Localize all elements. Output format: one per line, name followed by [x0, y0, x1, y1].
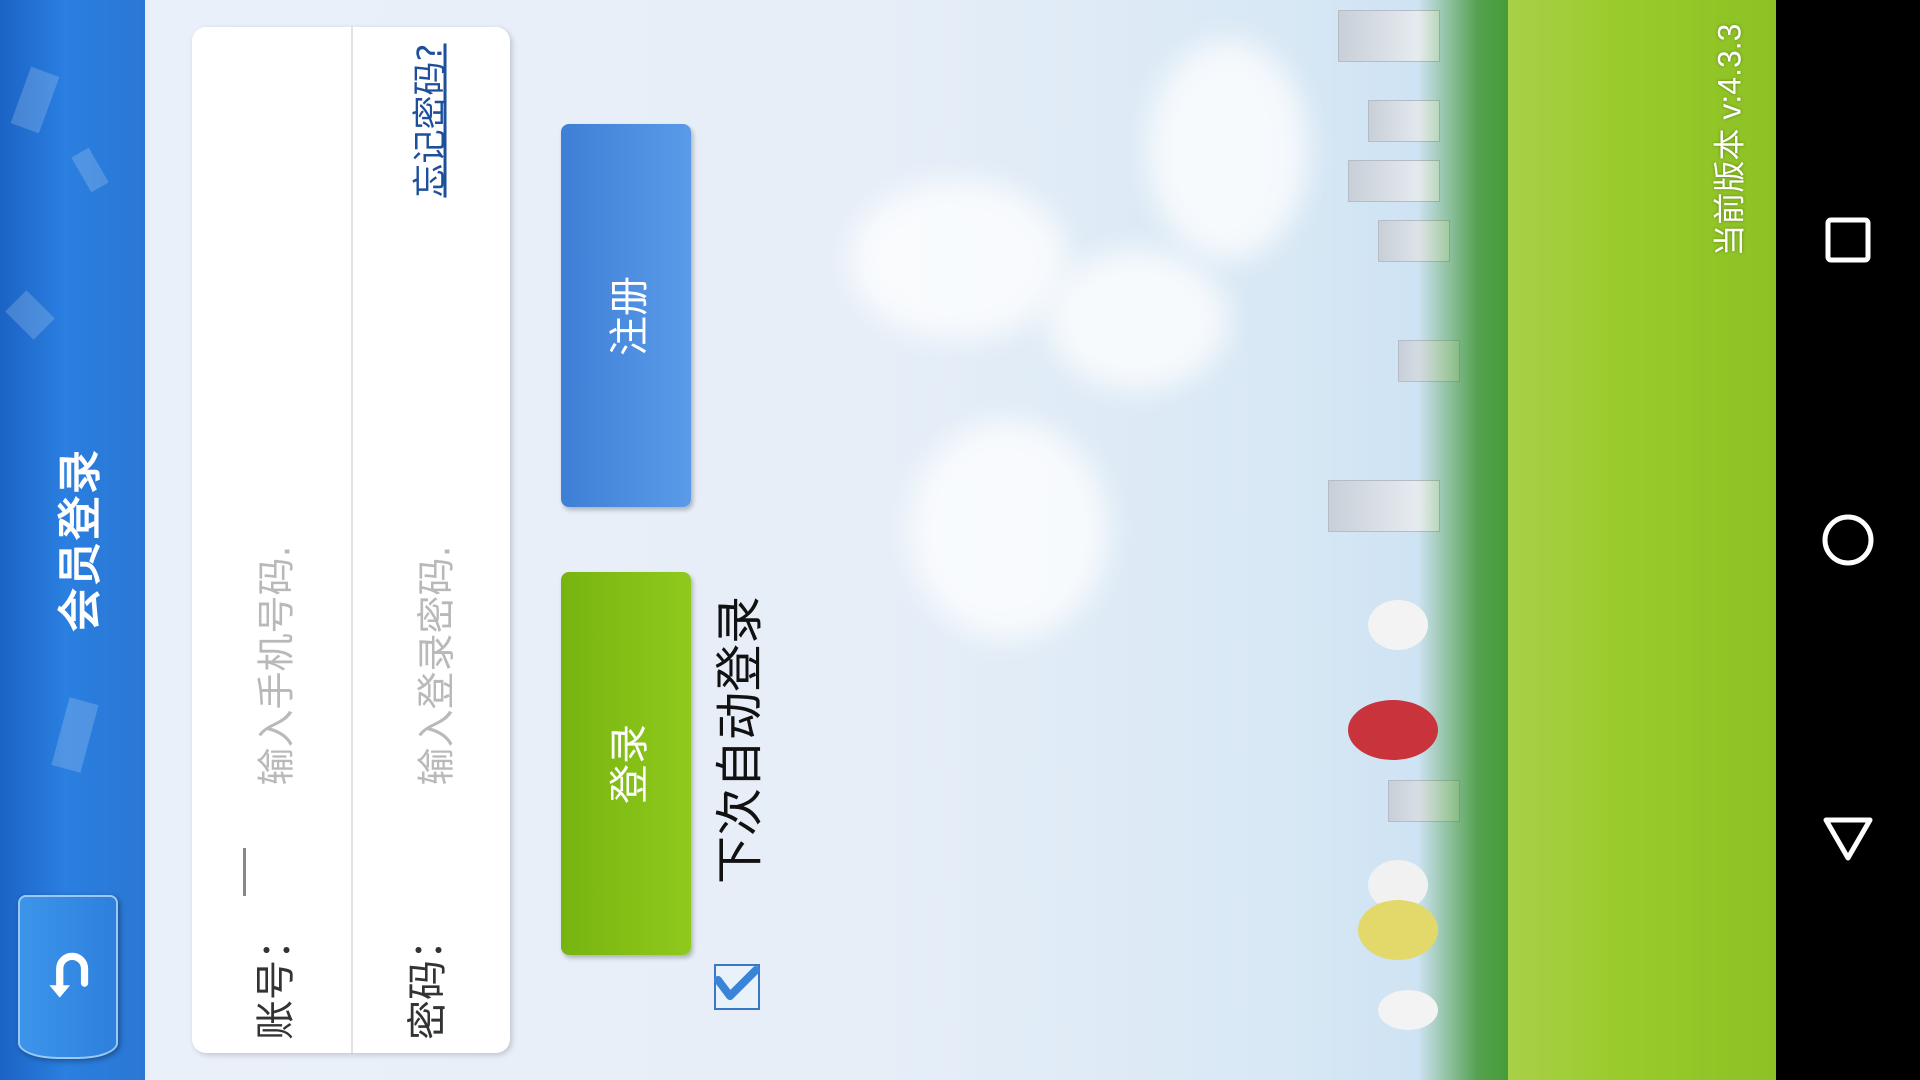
square-recents-icon — [1825, 217, 1871, 263]
circle-home-icon — [1822, 514, 1874, 566]
register-button[interactable]: 注册 — [561, 124, 691, 507]
checkmark-icon — [714, 966, 760, 1000]
auto-login-label: 下次自动登录 — [712, 595, 769, 885]
undo-arrow-icon — [49, 952, 89, 998]
app-screen: 会员登录 账号： 输入手机号码. 密码： 输入登录密码. 忘记密码? 注册 登录… — [0, 0, 1776, 1080]
header-bar: 会员登录 — [0, 0, 148, 1080]
password-input[interactable]: 输入登录密码. — [370, 430, 496, 900]
recents-button[interactable] — [1808, 200, 1888, 280]
forgot-password-link[interactable]: 忘记密码? — [404, 30, 451, 210]
auto-login-checkbox[interactable] — [714, 964, 760, 1010]
home-button[interactable] — [1808, 500, 1888, 580]
back-button[interactable] — [18, 895, 118, 1059]
text-cursor — [243, 848, 246, 896]
account-input[interactable]: 输入手机号码. — [210, 430, 336, 900]
triangle-back-icon — [1823, 817, 1873, 861]
system-nav-bar — [1776, 0, 1920, 1080]
password-label: 密码： — [405, 920, 451, 1040]
page-title: 会员登录 — [55, 448, 106, 632]
version-text: 当前版本 v:4.3.3 — [1711, 23, 1747, 257]
account-label: 账号： — [253, 920, 299, 1040]
login-button[interactable]: 登录 — [561, 572, 691, 955]
back-nav-button[interactable] — [1808, 800, 1888, 880]
field-divider — [351, 27, 353, 1053]
